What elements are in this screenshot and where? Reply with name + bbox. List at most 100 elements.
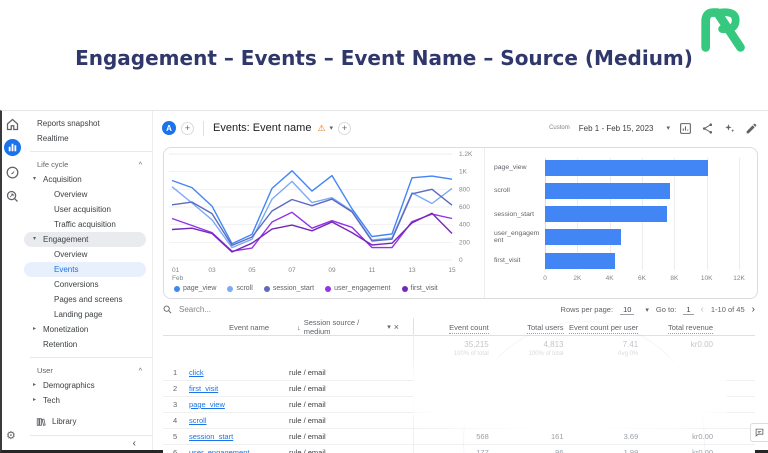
totals-value: 4,813 (489, 340, 564, 349)
bar-page-view[interactable] (545, 160, 708, 176)
reports-icon[interactable] (4, 139, 21, 156)
add-report-button[interactable]: + (338, 122, 351, 135)
row-number: 2 (163, 384, 189, 393)
bar-session-start[interactable] (545, 206, 667, 222)
section-collapse-chevron-icon[interactable]: ^ (139, 364, 142, 379)
sidebar-item-label: Traffic acquisition (54, 220, 116, 229)
sidebar-item-acquisition[interactable]: ▾Acquisition (24, 172, 152, 187)
metric-value-total-revenue: kr0.00 (638, 432, 713, 441)
sidebar-item-monetization[interactable]: ▸Monetization (24, 322, 152, 337)
session-source-medium-value: rule / email (289, 368, 413, 377)
sidebar-item-library[interactable]: Library (24, 414, 152, 429)
event-name-link[interactable]: first_visit (189, 384, 289, 393)
bar-user-engagement[interactable] (545, 229, 621, 245)
collapse-sidebar-button[interactable]: ‹ (133, 438, 136, 449)
column-header-total-revenue[interactable]: Total revenue (638, 323, 713, 332)
rows-per-page-select[interactable]: 10 (620, 305, 634, 315)
insights-icon[interactable] (723, 122, 736, 135)
search-input[interactable] (177, 304, 271, 315)
sidebar-item-realtime[interactable]: Realtime (24, 131, 152, 146)
legend-label: session_start (273, 285, 314, 292)
pagination-prev-button[interactable]: ‹ (701, 304, 704, 315)
svg-text:200: 200 (459, 239, 470, 246)
rows-per-page-caret-icon[interactable]: ▾ (645, 306, 649, 314)
comparison-chip-all-users[interactable]: A (162, 121, 176, 135)
sidebar-item-events[interactable]: Events (24, 262, 146, 277)
explore-icon[interactable] (5, 165, 20, 180)
row-metrics: 5681613.69kr0.00 (413, 429, 755, 444)
sidebar-item-label: Tech (43, 396, 60, 405)
remove-dimension-icon[interactable]: × (394, 322, 399, 332)
edit-report-pencil-icon[interactable] (745, 122, 758, 135)
session-source-medium-value: rule / email (289, 448, 413, 453)
sidebar-item-pages-and-screens[interactable]: Pages and screens (24, 292, 152, 307)
svg-text:03: 03 (208, 267, 216, 274)
add-comparison-button[interactable]: + (181, 122, 194, 135)
dimension-caret-icon[interactable]: ▾ (387, 323, 391, 331)
event-name-link[interactable]: user_engagement (189, 448, 289, 453)
event-name-link[interactable]: click (189, 368, 289, 377)
legend-item-user_engagement[interactable]: user_engagement (325, 285, 390, 292)
column-header-event-count[interactable]: Event count (414, 323, 489, 332)
svg-text:15: 15 (448, 267, 456, 274)
legend-dot-icon (325, 286, 331, 292)
sidebar-item-retention[interactable]: Retention (24, 337, 152, 352)
sidebar-item-landing-page[interactable]: Landing page (24, 307, 152, 322)
event-name-link[interactable]: scroll (189, 416, 289, 425)
legend-item-page_view[interactable]: page_view (174, 285, 216, 292)
home-icon[interactable] (5, 117, 20, 132)
sidebar-item-user-acquisition[interactable]: User acquisition (24, 202, 152, 217)
column-header-session-source-medium[interactable]: ↓ Session source / medium ▾ × (289, 318, 413, 336)
legend-item-scroll[interactable]: scroll (227, 285, 252, 292)
column-header-total-users[interactable]: Total users (489, 323, 564, 332)
svg-text:400: 400 (459, 222, 470, 229)
legend-item-session_start[interactable]: session_start (264, 285, 314, 292)
sidebar-item-reports-snapshot[interactable]: Reports snapshot (24, 116, 152, 131)
report-header: A + Events: Event name ⚠ ▾ + Custom Feb … (162, 116, 758, 140)
event-name-link[interactable]: page_view (189, 400, 289, 409)
library-icon (36, 417, 46, 427)
feedback-button[interactable] (750, 423, 768, 442)
sidebar-item-overview[interactable]: Overview (24, 247, 152, 262)
section-collapse-chevron-icon[interactable]: ^ (139, 158, 142, 173)
date-range-picker[interactable]: Feb 1 - Feb 15, 2023 (579, 124, 654, 133)
event-name-link[interactable]: session_start (189, 432, 289, 441)
bar-scroll[interactable] (545, 183, 670, 199)
line-series-user_engagement (172, 212, 452, 251)
edit-comparisons-icon[interactable] (679, 122, 692, 135)
sidebar-item-traffic-acquisition[interactable]: Traffic acquisition (24, 217, 152, 232)
admin-gear-icon[interactable]: ⚙ (6, 431, 16, 442)
goto-page-input[interactable]: 1 (683, 305, 693, 315)
sidebar-item-demographics[interactable]: ▸Demographics (24, 378, 152, 393)
legend-item-first_visit[interactable]: first_visit (402, 285, 438, 292)
metric-value-event-count-per-user: 3.69 (564, 432, 639, 441)
table-row-user-engagement: 6user_engagementrule / email177961.99kr0… (163, 445, 755, 453)
legend-label: first_visit (411, 285, 438, 292)
svg-text:11: 11 (369, 267, 376, 274)
report-dropdown-caret-icon[interactable]: ▾ (330, 124, 334, 132)
pagination-next-button[interactable]: › (752, 304, 755, 315)
bar-first-visit[interactable] (545, 253, 615, 269)
data-quality-warning-icon[interactable]: ⚠ (317, 124, 325, 133)
sidebar-item-conversions[interactable]: Conversions (24, 277, 152, 292)
column-header-event-count-per-user[interactable]: Event count per user (564, 323, 639, 332)
report-content: A + Events: Event name ⚠ ▾ + Custom Feb … (154, 111, 768, 450)
sidebar-item-overview[interactable]: Overview (24, 187, 152, 202)
sort-descending-icon[interactable]: ↓ (297, 323, 301, 332)
column-header-event-name[interactable]: Event name (189, 323, 289, 332)
date-range-caret-icon[interactable]: ▾ (666, 124, 670, 132)
sidebar-item-tech[interactable]: ▸Tech (24, 393, 152, 408)
search-icon (163, 305, 172, 314)
svg-text:07: 07 (288, 267, 296, 274)
charts-card: 02004006008001K1.2K01Feb03050709111315 p… (163, 147, 758, 299)
totals-subtext: 100% of total (489, 351, 564, 357)
advertising-icon[interactable] (5, 189, 20, 204)
nav-rail: ⚙ (2, 111, 24, 450)
row-metrics (413, 365, 755, 380)
sidebar-item-label: Engagement (43, 235, 88, 244)
share-icon[interactable] (701, 122, 714, 135)
library-label: Library (52, 417, 76, 426)
sidebar-item-engagement[interactable]: ▾Engagement (24, 232, 146, 247)
sidebar-item-user[interactable]: User^ (24, 363, 152, 378)
sidebar-item-life-cycle[interactable]: Life cycle^ (24, 157, 152, 172)
